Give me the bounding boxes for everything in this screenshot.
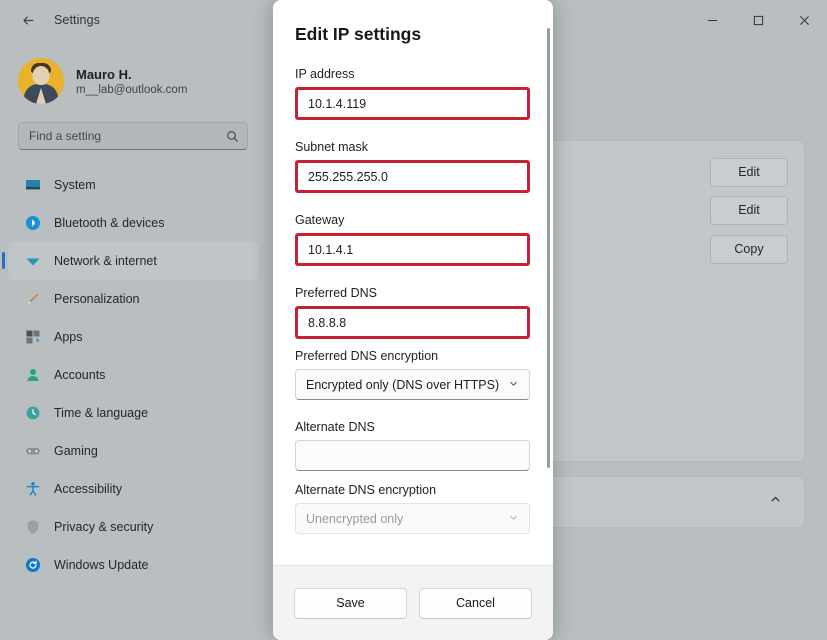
sidebar: Mauro H. m__lab@outlook.com System Blueto… [0, 40, 268, 640]
subnet-mask-label: Subnet mask [295, 140, 531, 154]
save-button[interactable]: Save [294, 588, 407, 619]
sidebar-item-system[interactable]: System [8, 166, 258, 204]
chevron-up-icon[interactable] [769, 493, 782, 511]
alternate-dns-label: Alternate DNS [295, 420, 531, 434]
paintbrush-icon [24, 291, 41, 308]
sidebar-item-label: Apps [54, 330, 83, 344]
sidebar-item-windows-update[interactable]: Windows Update [8, 546, 258, 584]
dialog-scrollbar[interactable] [547, 28, 550, 468]
clock-icon [24, 405, 41, 422]
settings-window: Settings Mauro H. m__lab@outlook.com [0, 0, 827, 640]
account-block[interactable]: Mauro H. m__lab@outlook.com [0, 40, 268, 106]
sidebar-item-gaming[interactable]: Gaming [8, 432, 258, 470]
ip-address-label: IP address [295, 67, 531, 81]
sidebar-nav: System Bluetooth & devices Network & inter… [0, 166, 268, 584]
sidebar-item-personalization[interactable]: Personalization [8, 280, 258, 318]
sidebar-item-label: Privacy & security [54, 520, 153, 534]
minimize-button[interactable] [689, 0, 735, 40]
alternate-dns-encryption-dropdown: Unencrypted only [295, 503, 530, 534]
edit-ip-button[interactable]: Edit [710, 158, 788, 187]
gamepad-icon [24, 443, 41, 460]
dialog-title: Edit IP settings [295, 24, 531, 45]
sidebar-item-accessibility[interactable]: Accessibility [8, 470, 258, 508]
sidebar-item-label: System [54, 178, 96, 192]
edit-ip-settings-dialog: Edit IP settings IP address Subnet mask … [273, 0, 553, 640]
account-name: Mauro H. [76, 67, 187, 82]
alternate-dns-encryption-label: Alternate DNS encryption [295, 483, 531, 497]
gateway-label: Gateway [295, 213, 531, 227]
account-email: m__lab@outlook.com [76, 84, 187, 96]
cancel-button[interactable]: Cancel [419, 588, 532, 619]
search-input[interactable] [29, 129, 226, 143]
sidebar-item-label: Network & internet [54, 254, 157, 268]
sidebar-item-bluetooth-devices[interactable]: Bluetooth & devices [8, 204, 258, 242]
sidebar-item-network-internet[interactable]: Network & internet [8, 242, 258, 280]
bluetooth-icon [24, 215, 41, 232]
person-icon [24, 367, 41, 384]
app-title: Settings [54, 13, 100, 27]
subnet-mask-field[interactable] [295, 160, 530, 193]
sidebar-item-label: Gaming [54, 444, 98, 458]
sidebar-item-apps[interactable]: Apps [8, 318, 258, 356]
preferred-dns-field[interactable] [295, 306, 530, 339]
alternate-dns-field[interactable] [295, 440, 530, 471]
search-box[interactable] [18, 122, 248, 150]
preferred-dns-encryption-value: Encrypted only (DNS over HTTPS) [306, 378, 499, 392]
dialog-body: Edit IP settings IP address Subnet mask … [273, 0, 553, 565]
apps-grid-icon [24, 329, 41, 346]
dialog-footer: Save Cancel [273, 565, 553, 640]
refresh-icon [24, 557, 41, 574]
gateway-field[interactable] [295, 233, 530, 266]
chevron-down-icon [508, 378, 519, 392]
accessibility-icon [24, 481, 41, 498]
back-arrow-icon[interactable] [10, 6, 46, 34]
avatar [18, 58, 64, 104]
window-controls [689, 0, 827, 40]
chevron-down-icon [508, 512, 519, 526]
sidebar-item-label: Windows Update [54, 558, 149, 572]
sidebar-item-label: Time & language [54, 406, 148, 420]
maximize-button[interactable] [735, 0, 781, 40]
preferred-dns-label: Preferred DNS [295, 286, 531, 300]
ip-address-field[interactable] [295, 87, 530, 120]
sidebar-item-label: Personalization [54, 292, 139, 306]
network-icon [24, 253, 41, 270]
preferred-dns-encryption-label: Preferred DNS encryption [295, 349, 531, 363]
search-icon [226, 130, 239, 143]
shield-icon [24, 519, 41, 536]
edit-dns-button[interactable]: Edit [710, 196, 788, 225]
close-button[interactable] [781, 0, 827, 40]
copy-button[interactable]: Copy [710, 235, 788, 264]
sidebar-item-privacy-security[interactable]: Privacy & security [8, 508, 258, 546]
sidebar-item-label: Bluetooth & devices [54, 216, 165, 230]
sidebar-item-label: Accounts [54, 368, 105, 382]
sidebar-item-time-language[interactable]: Time & language [8, 394, 258, 432]
alternate-dns-encryption-value: Unencrypted only [306, 512, 403, 526]
preferred-dns-encryption-dropdown[interactable]: Encrypted only (DNS over HTTPS) [295, 369, 530, 400]
sidebar-item-accounts[interactable]: Accounts [8, 356, 258, 394]
sidebar-item-label: Accessibility [54, 482, 122, 496]
monitor-icon [24, 177, 41, 194]
